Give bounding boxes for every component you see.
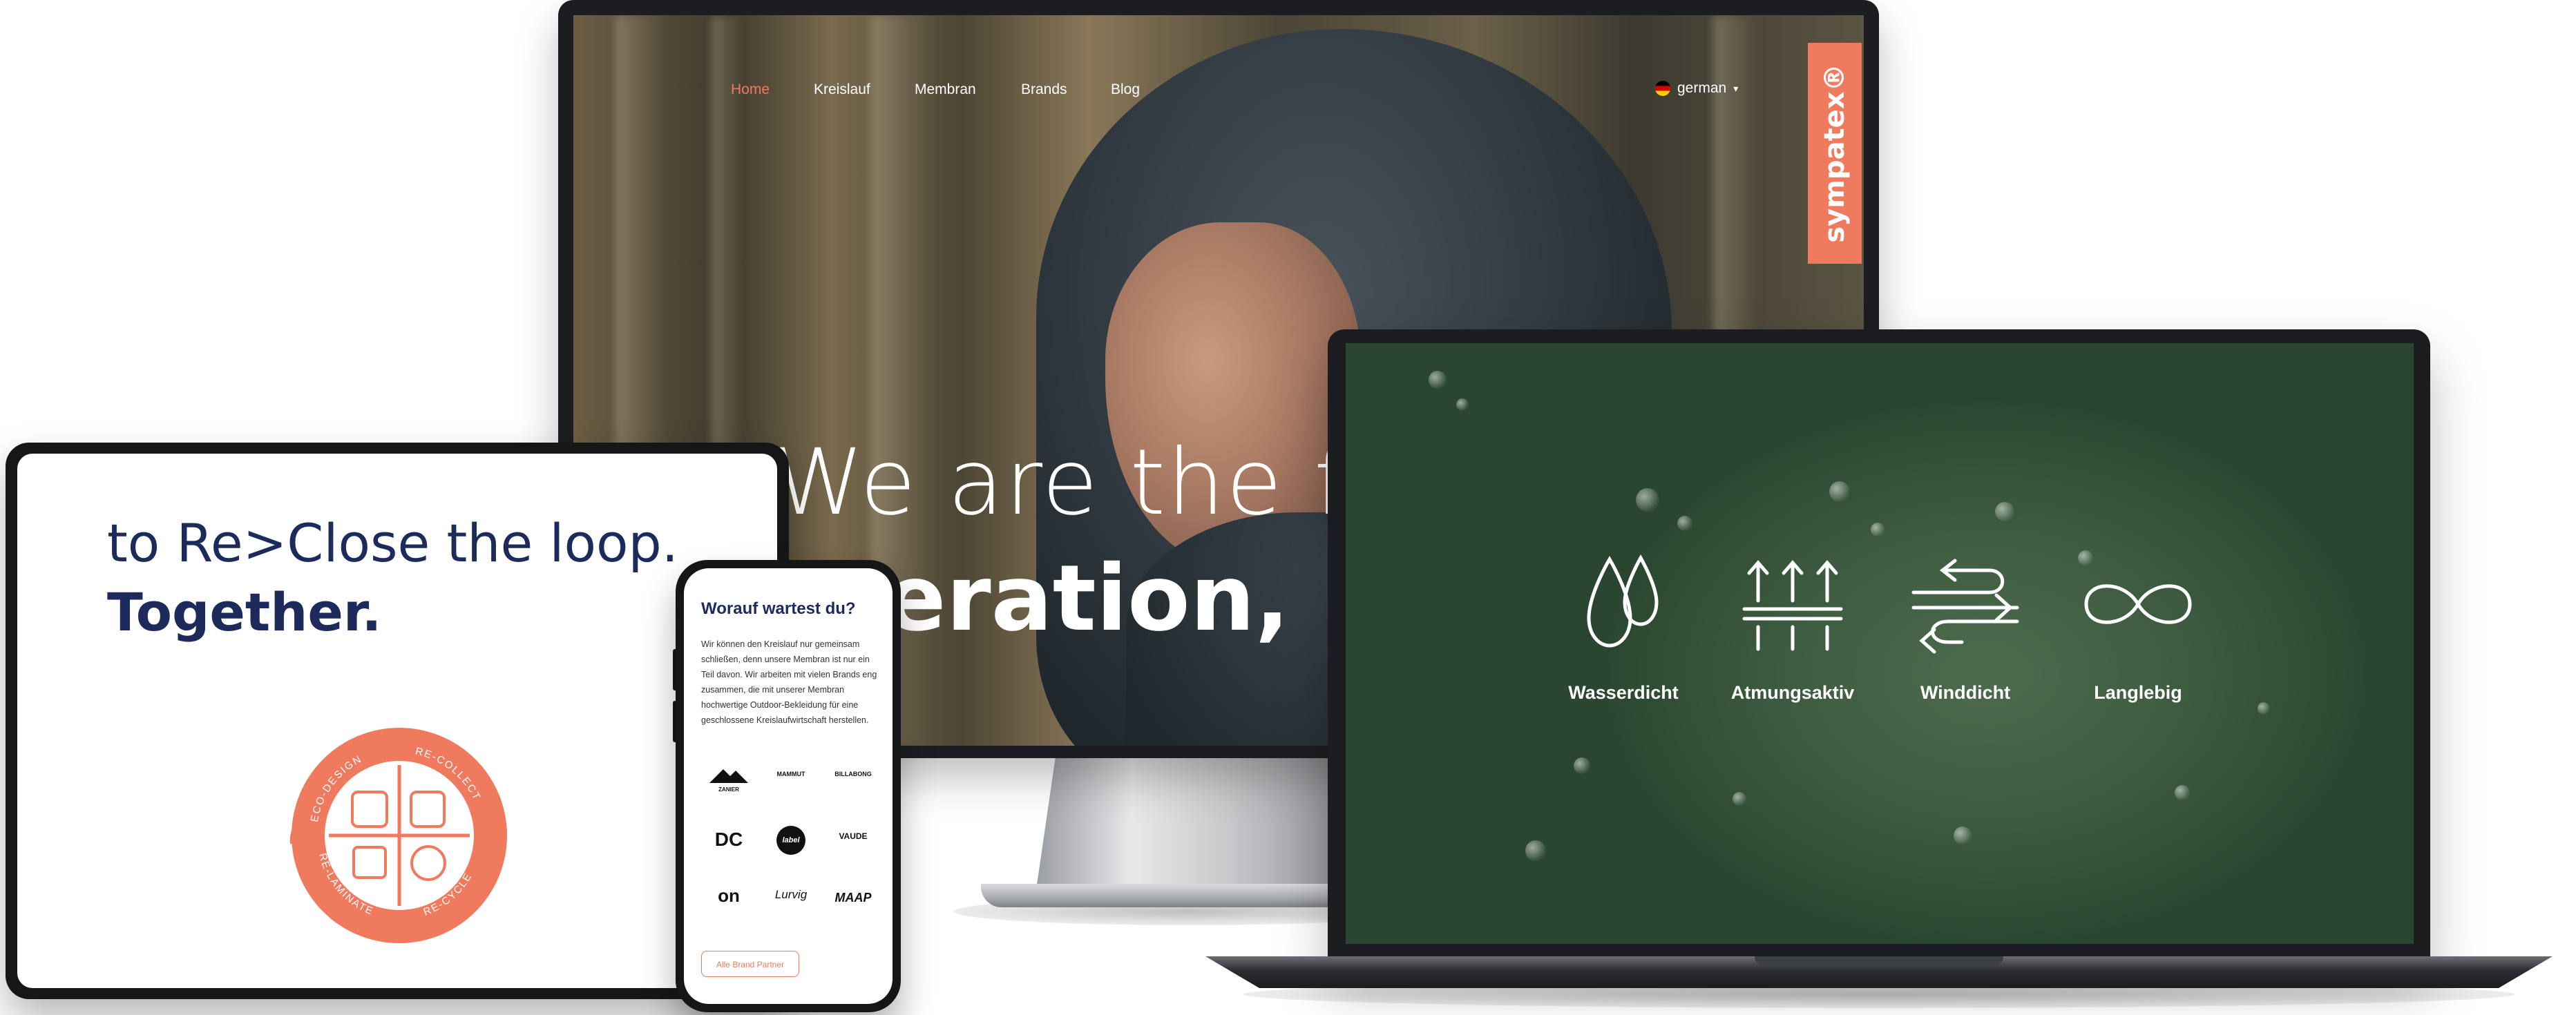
- german-flag-icon: [1655, 81, 1670, 96]
- brand-logo-on[interactable]: on: [701, 885, 756, 907]
- water-droplet: [1829, 481, 1850, 502]
- water-droplet: [1871, 523, 1885, 536]
- nav-item-home[interactable]: Home: [731, 81, 770, 98]
- hero-headline-line2: eration,: [884, 545, 1290, 652]
- language-label: german: [1677, 80, 1727, 96]
- water-droplet: [1995, 502, 2014, 521]
- water-droplet: [1525, 840, 1546, 861]
- infinity-icon: [2084, 584, 2192, 624]
- water-droplet: [2258, 702, 2270, 715]
- water-droplet: [1733, 792, 1746, 806]
- feature-wasserdicht: Wasserdicht: [1540, 552, 1706, 704]
- nav-item-brands[interactable]: Brands: [1021, 81, 1067, 98]
- brand-logo-dc[interactable]: DC: [701, 829, 756, 851]
- nav-item-kreislauf[interactable]: Kreislauf: [814, 81, 870, 98]
- zanier-mountain-icon: [709, 769, 748, 783]
- phone-heading: Worauf wartest du?: [701, 599, 856, 618]
- water-droplet: [1429, 371, 1447, 389]
- brand-logo-text: sympatex®: [1819, 64, 1851, 243]
- nav-item-membran[interactable]: Membran: [915, 81, 976, 98]
- water-droplet: [2175, 785, 2190, 800]
- monitor-stand-neck: [1036, 758, 1354, 889]
- laptop-screen: [1346, 343, 2414, 944]
- language-selector[interactable]: german ▾: [1655, 80, 1738, 97]
- brand-logo-zanier[interactable]: ZANIER: [701, 766, 756, 793]
- feature-atmungsaktiv: Atmungsaktiv: [1710, 552, 1876, 704]
- brand-logo-tab[interactable]: sympatex®: [1808, 43, 1862, 264]
- brand-logo-maap[interactable]: MAAP: [826, 891, 881, 905]
- water-droplet: [1677, 516, 1692, 531]
- feature-langlebig: Langlebig: [2055, 552, 2221, 704]
- brand-logo-vaude[interactable]: VAUDE: [826, 831, 881, 841]
- chevron-down-icon: ▾: [1733, 82, 1739, 94]
- water-drops-icon: [1587, 554, 1659, 648]
- water-droplet: [1636, 488, 1659, 512]
- reclose-loop-badge-icon: ECO-DESIGN RE-COLLECT RE-LAMINATE RE-CYC…: [290, 728, 507, 943]
- brand-logo-lurvig[interactable]: Lurvig: [763, 888, 819, 902]
- water-droplet: [1574, 757, 1590, 774]
- breathable-arrows-icon: [1742, 560, 1843, 651]
- feature-label: Atmungsaktiv: [1730, 682, 1855, 703]
- brand-logo-billabong[interactable]: BILLABONG: [826, 771, 881, 777]
- wind-icon: [1911, 559, 2019, 654]
- phone-body-text: Wir können den Kreislauf nur gemeinsam s…: [701, 639, 877, 725]
- water-droplet: [1456, 398, 1469, 411]
- water-droplet: [1954, 826, 1972, 844]
- feature-winddicht: Winddicht: [1882, 552, 2048, 704]
- tablet-headline-bold: Together.: [107, 581, 382, 643]
- all-brand-partners-button[interactable]: Alle Brand Partner: [701, 951, 799, 977]
- brand-logo-label[interactable]: label: [767, 826, 815, 855]
- nav-item-blog[interactable]: Blog: [1111, 81, 1140, 98]
- feature-label: Winddicht: [1920, 682, 2011, 703]
- laptop-hinge-notch: [1755, 956, 2003, 966]
- brand-logo-mammut[interactable]: MAMMUT: [763, 771, 819, 777]
- feature-label: Wasserdicht: [1568, 682, 1679, 703]
- feature-label: Langlebig: [2094, 682, 2182, 703]
- tablet-headline: to Re>Close the loop.: [107, 512, 678, 574]
